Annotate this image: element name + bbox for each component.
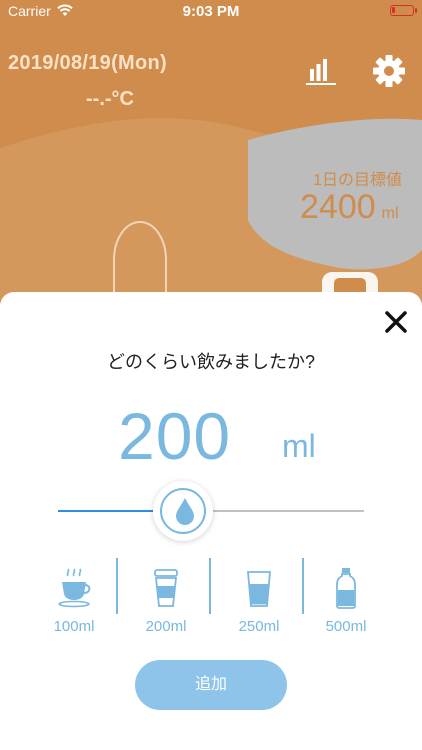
close-icon[interactable]: [382, 308, 410, 336]
preset-200ml[interactable]: 200ml: [116, 560, 216, 640]
slider-track-empty[interactable]: [204, 510, 364, 512]
preset-250ml[interactable]: 250ml: [209, 560, 309, 640]
add-button[interactable]: 追加: [135, 660, 287, 710]
intake-unit: ml: [282, 428, 316, 464]
water-drop-icon: [176, 498, 194, 525]
preset-label: 100ml: [53, 618, 95, 635]
status-time: 9:03 PM: [182, 3, 240, 20]
intake-question: どのくらい飲みましたか?: [106, 352, 315, 372]
head-figure-icon: [113, 220, 167, 294]
app-screen: Carrier 9:03 PM 2019/08/19(Mon) --.-°C 1…: [0, 0, 422, 750]
daily-goal-unit: ml: [381, 205, 399, 222]
amount-slider-thumb[interactable]: [153, 481, 213, 541]
daily-goal-label: 1日の目標値: [313, 172, 402, 189]
coffee-cup-icon: [58, 568, 91, 608]
slider-track-filled[interactable]: [58, 510, 162, 512]
bar-chart-icon[interactable]: [303, 52, 339, 88]
intake-amount: 200: [118, 399, 232, 473]
bottle-icon: [336, 568, 356, 609]
preset-label: 500ml: [325, 618, 367, 635]
glass-icon: [247, 571, 271, 607]
takeaway-cup-icon: [154, 569, 178, 607]
preset-label: 250ml: [238, 618, 280, 635]
gear-icon[interactable]: [372, 54, 406, 88]
daily-goal-number: 2400: [300, 188, 376, 226]
date-label: 2019/08/19(Mon): [8, 52, 168, 74]
daily-goal-value: 2400 ml: [300, 188, 418, 227]
battery-icon: [390, 5, 417, 16]
preset-100ml[interactable]: 100ml: [24, 560, 124, 640]
preset-500ml[interactable]: 500ml: [296, 560, 396, 640]
status-bar: Carrier 9:03 PM: [0, 0, 422, 24]
preset-label: 200ml: [145, 618, 187, 635]
